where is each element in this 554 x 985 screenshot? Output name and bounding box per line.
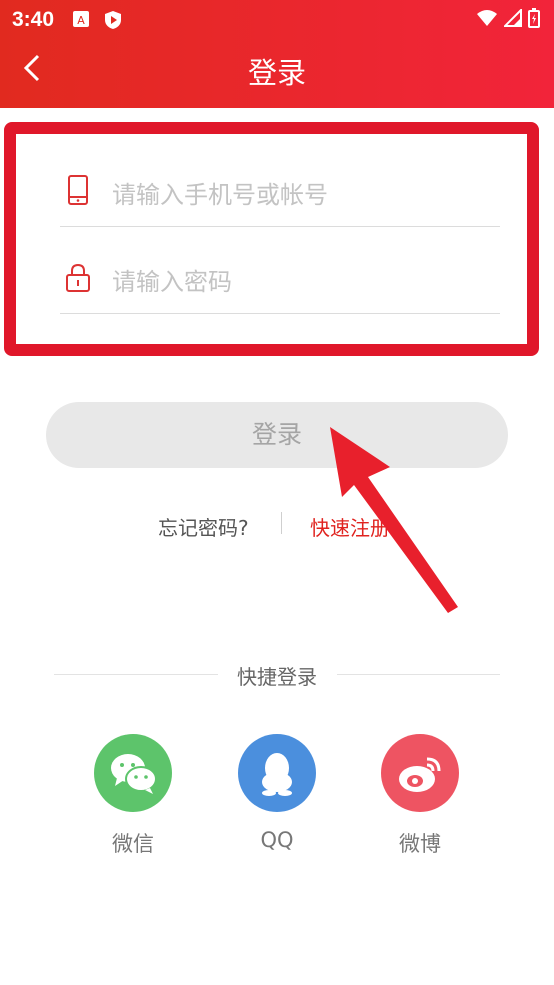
weibo-label: 微博	[399, 832, 441, 856]
account-input[interactable]: 请输入手机号或帐号	[112, 175, 328, 210]
wechat-icon	[94, 734, 172, 812]
weibo-login[interactable]: 微博	[381, 734, 459, 858]
account-field[interactable]: 请输入手机号或帐号	[60, 149, 500, 227]
shield-icon	[104, 10, 122, 34]
status-time: 3:40	[12, 8, 55, 31]
password-field[interactable]: 请输入密码	[60, 236, 500, 314]
login-form-highlight: 请输入手机号或帐号 请输入密码	[4, 122, 539, 356]
wifi-icon	[476, 9, 498, 31]
phone-icon	[64, 175, 92, 205]
app-notification-icon: A	[72, 10, 90, 32]
lock-icon	[64, 262, 92, 292]
signal-icon	[502, 7, 522, 31]
quick-login-title: 快捷登录	[237, 665, 317, 689]
battery-icon	[528, 8, 540, 32]
wechat-label: 微信	[112, 832, 154, 856]
svg-text:A: A	[77, 14, 85, 27]
wechat-login[interactable]: 微信	[94, 734, 172, 858]
qq-label: QQ	[260, 828, 294, 852]
forgot-password-link[interactable]: 忘记密码?	[158, 512, 249, 541]
qq-login[interactable]: QQ	[238, 734, 316, 852]
qq-icon	[238, 734, 316, 812]
pointer-arrow-annotation	[330, 427, 458, 613]
page-title: 登录	[247, 56, 306, 90]
link-divider	[281, 512, 282, 534]
app-header: 3:40 A 登录	[0, 0, 554, 108]
password-input[interactable]: 请输入密码	[112, 262, 232, 297]
weibo-icon	[381, 734, 459, 812]
